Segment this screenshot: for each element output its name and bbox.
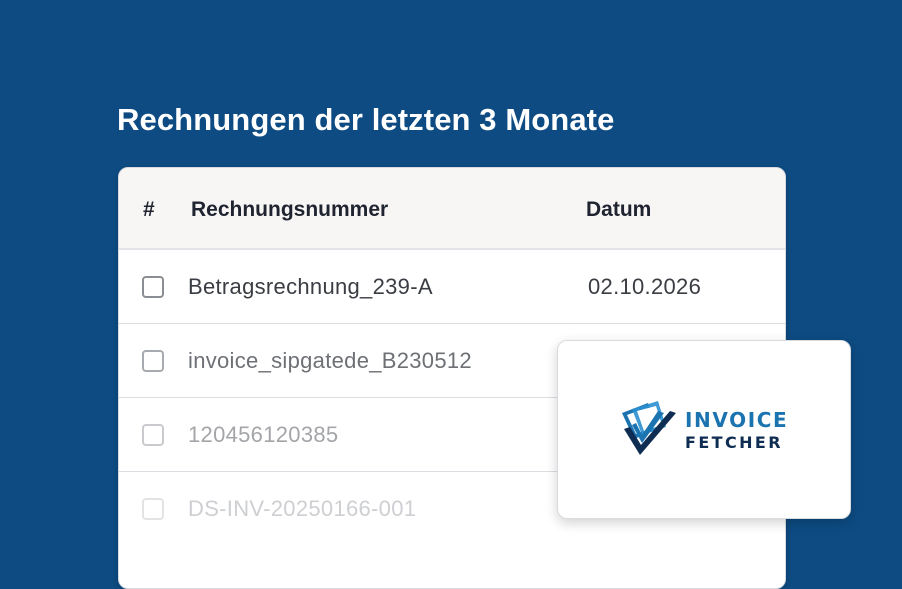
column-header-index: # <box>143 198 155 221</box>
logo-text-invoice: INVOICE <box>685 408 789 432</box>
logo-text-fetcher: FETCHER <box>685 433 783 452</box>
table-header: # Rechnungsnummer Datum <box>119 168 785 250</box>
table-row[interactable]: Betragsrechnung_239-A 02.10.2026 <box>119 250 785 324</box>
row-checkbox[interactable] <box>142 424 164 446</box>
invoice-number-cell: Betragsrechnung_239-A <box>188 274 433 299</box>
invoice-number-cell: invoice_sipgatede_B230512 <box>188 348 472 373</box>
page-title: Rechnungen der letzten 3 Monate <box>117 102 615 137</box>
row-checkbox[interactable] <box>142 276 164 298</box>
invoice-fetcher-logo-icon <box>622 401 676 455</box>
row-checkbox[interactable] <box>142 350 164 372</box>
row-checkbox[interactable] <box>142 498 164 520</box>
column-header-date[interactable]: Datum <box>586 198 651 222</box>
column-header-invoice-number[interactable]: Rechnungsnummer <box>191 198 388 222</box>
invoice-number-cell: 120456120385 <box>188 422 339 447</box>
invoice-number-cell: DS-INV-20250166-001 <box>188 496 417 521</box>
date-cell: 02.10.2026 <box>588 274 702 299</box>
logo-card: INVOICE FETCHER <box>557 340 851 519</box>
